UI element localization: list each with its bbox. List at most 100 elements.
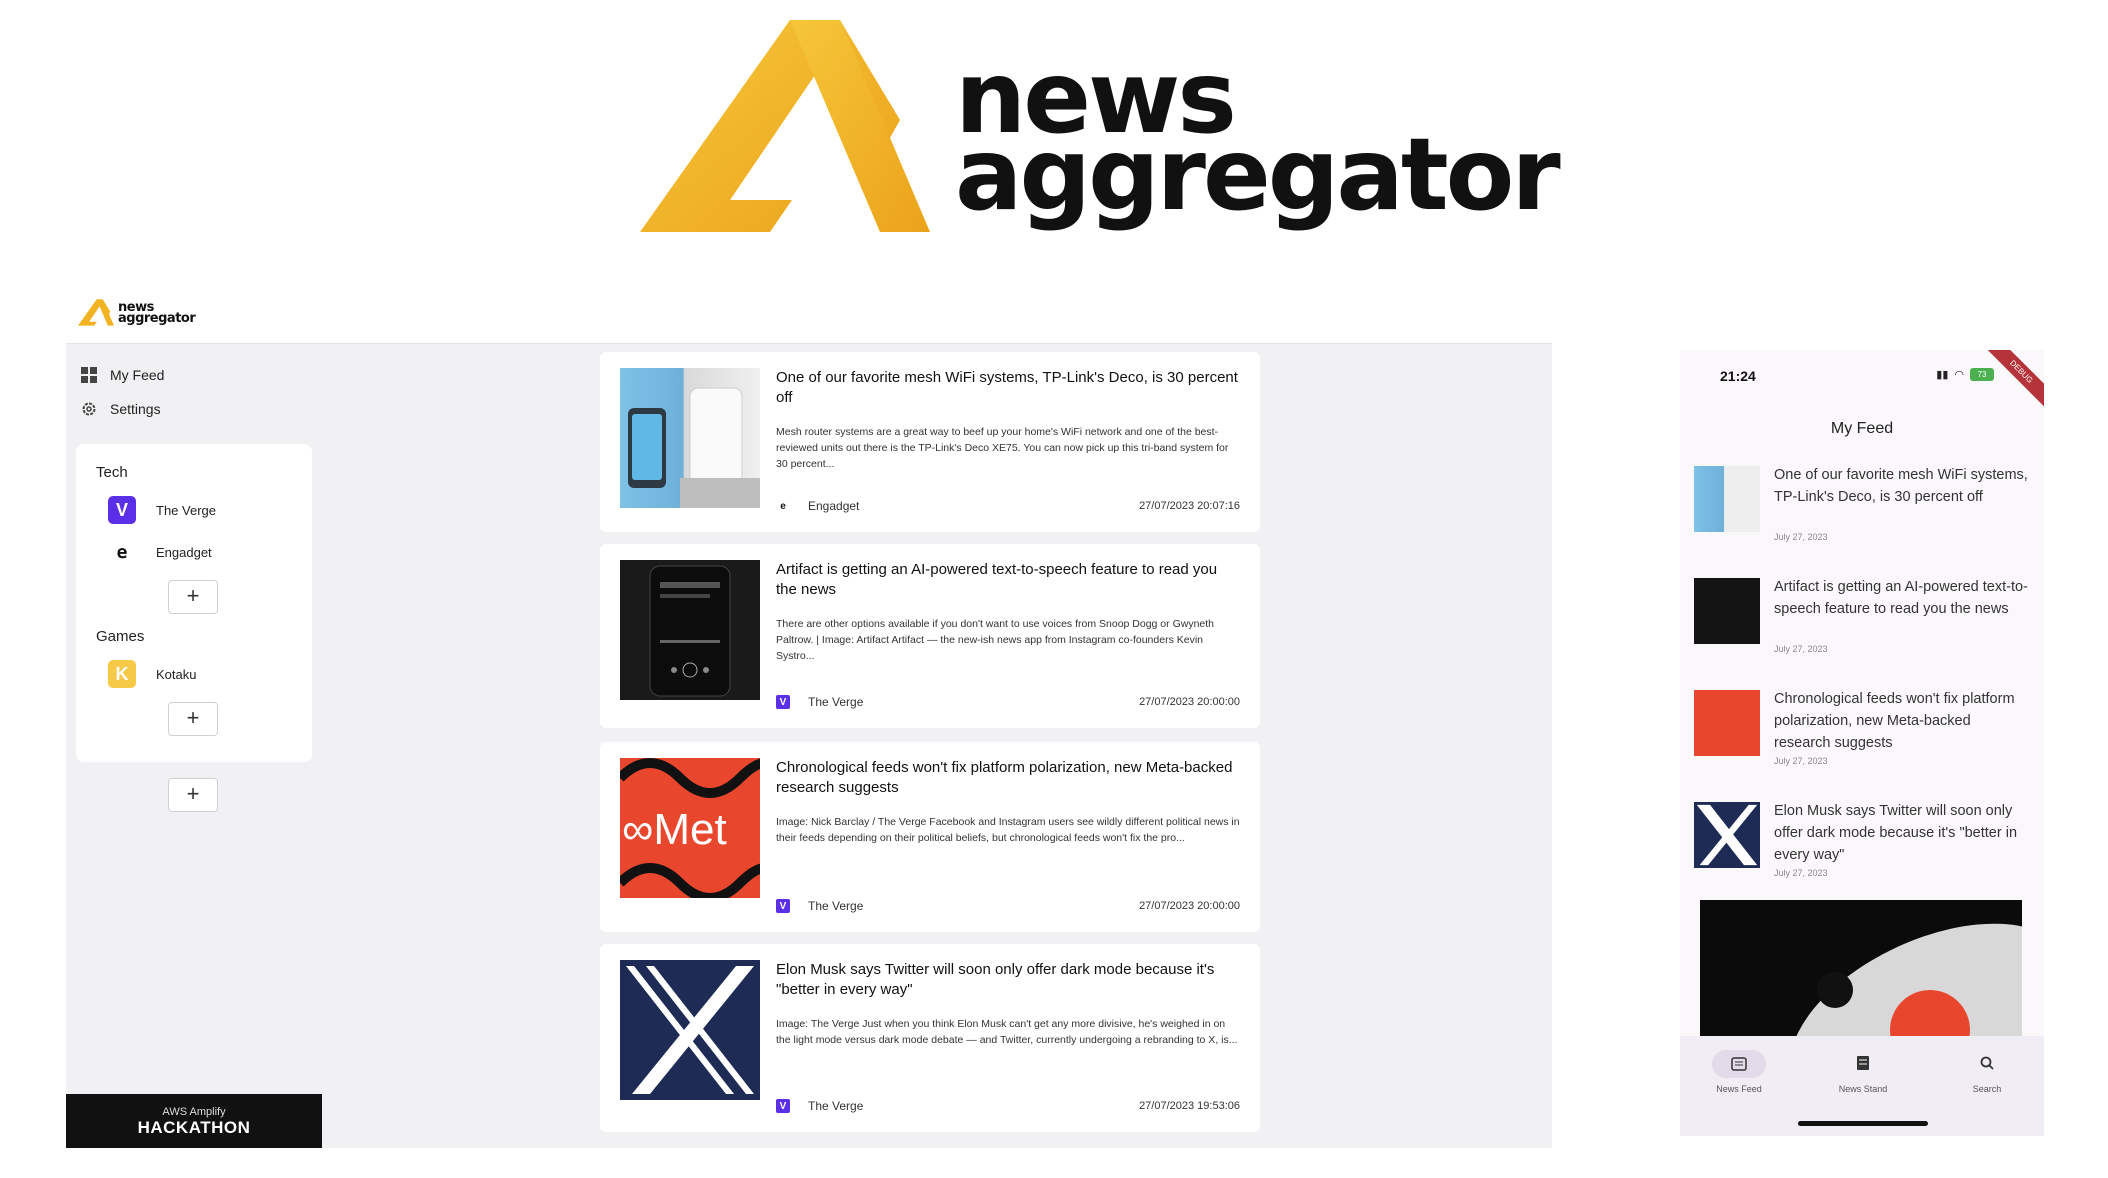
article-date: 27/07/2023 20:00:00 bbox=[1139, 696, 1240, 708]
kotaku-icon: K bbox=[108, 660, 136, 688]
engadget-icon: e bbox=[780, 500, 786, 512]
sidebar-nav: My Feed Settings bbox=[80, 358, 280, 426]
search-icon bbox=[1980, 1056, 1994, 1072]
hero-word-aggregator: aggregator bbox=[955, 116, 1561, 233]
mobile-app: 21:24 ▮▮ ◠ 73 DEBUG My Feed One of our f… bbox=[1680, 350, 2044, 1136]
article-title: Elon Musk says Twitter will soon only of… bbox=[1774, 803, 2018, 863]
feeds-panel: Tech V The Verge e Engadget + Games K Ko… bbox=[76, 444, 312, 762]
feed-item-label: The Verge bbox=[156, 502, 216, 518]
category-label-tech: Tech bbox=[96, 464, 128, 481]
article-thumbnail: ∞Met bbox=[620, 758, 760, 898]
article-card[interactable]: ∞Met Chronological feeds won't fix platf… bbox=[600, 742, 1260, 932]
article-description: Image: The Verge Just when you think Elo… bbox=[776, 1018, 1238, 1046]
article-date: July 27, 2023 bbox=[1774, 756, 1828, 766]
signal-icon: ▮▮ bbox=[1936, 369, 1949, 381]
logo-text-aggregator: aggregator bbox=[118, 311, 196, 326]
article-meta: V The Verge 27/07/2023 20:00:00 bbox=[776, 692, 1240, 712]
article-title: One of our favorite mesh WiFi systems, T… bbox=[1774, 467, 2028, 505]
article-source: The Verge bbox=[808, 899, 864, 913]
logo-mark-icon bbox=[640, 20, 930, 232]
article-date: 27/07/2023 20:07:16 bbox=[1139, 500, 1240, 512]
hackathon-line2: HACKATHON bbox=[137, 1118, 251, 1137]
article-thumbnail bbox=[1694, 578, 1760, 644]
article-thumbnail bbox=[1694, 690, 1760, 756]
tab-label: News Stand bbox=[1838, 1084, 1888, 1094]
article-thumbnail bbox=[1694, 802, 1760, 868]
article-date: July 27, 2023 bbox=[1774, 644, 1828, 654]
list-item[interactable]: Chronological feeds won't fix platform p… bbox=[1694, 688, 2030, 778]
svg-text:∞Met: ∞Met bbox=[622, 805, 727, 854]
article-title: Artifact is getting an AI-powered text-t… bbox=[776, 561, 1218, 598]
tab-label: Search bbox=[1972, 1084, 2002, 1094]
status-time: 21:24 bbox=[1720, 368, 1756, 384]
gear-icon bbox=[80, 400, 98, 418]
engadget-icon: e bbox=[108, 538, 136, 566]
article-title: One of our favorite mesh WiFi systems, T… bbox=[776, 369, 1238, 406]
grid-icon bbox=[80, 366, 98, 384]
article-description: Image: Nick Barclay / The Verge Facebook… bbox=[776, 816, 1240, 844]
article-card[interactable]: Elon Musk says Twitter will soon only of… bbox=[600, 944, 1260, 1132]
tab-label: News Feed bbox=[1716, 1084, 1762, 1094]
app-logo[interactable]: news aggregator bbox=[78, 296, 196, 330]
feed-item-engadget[interactable]: e Engadget bbox=[108, 536, 212, 568]
article-date: 27/07/2023 20:00:00 bbox=[1139, 900, 1240, 912]
article-thumbnail bbox=[1694, 466, 1760, 532]
logo-mark-icon bbox=[78, 299, 114, 326]
add-feed-button[interactable]: + bbox=[168, 580, 218, 614]
hackathon-line1: AWS Amplify bbox=[162, 1106, 226, 1118]
tab-search[interactable]: Search bbox=[1942, 1050, 2032, 1094]
feed-item-the-verge[interactable]: V The Verge bbox=[108, 494, 216, 526]
nav-item-label: Settings bbox=[110, 401, 161, 417]
category-label-games: Games bbox=[96, 628, 145, 645]
verge-icon: V bbox=[108, 496, 136, 524]
article-description: Mesh router systems are a great way to b… bbox=[776, 426, 1229, 470]
article-title: Chronological feeds won't fix platform p… bbox=[776, 759, 1233, 796]
list-item[interactable]: Artifact is getting an AI-powered text-t… bbox=[1694, 576, 2030, 666]
home-indicator[interactable] bbox=[1798, 1121, 1928, 1126]
add-category-button[interactable]: + bbox=[168, 778, 218, 812]
article-card[interactable]: Artifact is getting an AI-powered text-t… bbox=[600, 544, 1260, 728]
article-title: Artifact is getting an AI-powered text-t… bbox=[1774, 579, 2028, 617]
app-header: news aggregator bbox=[66, 282, 1552, 344]
feed-item-label: Engadget bbox=[156, 544, 212, 560]
nav-item-my-feed[interactable]: My Feed bbox=[80, 358, 280, 392]
list-item[interactable]: One of our favorite mesh WiFi systems, T… bbox=[1694, 464, 2030, 554]
article-card[interactable]: One of our favorite mesh WiFi systems, T… bbox=[600, 352, 1260, 532]
stand-icon bbox=[1856, 1055, 1870, 1073]
aws-hackathon-badge: AWS Amplify HACKATHON bbox=[66, 1094, 322, 1148]
list-item[interactable]: Elon Musk says Twitter will soon only of… bbox=[1694, 800, 2030, 890]
feed-item-label: Kotaku bbox=[156, 666, 197, 682]
article-date: 27/07/2023 19:53:06 bbox=[1139, 1100, 1240, 1112]
article-source: The Verge bbox=[808, 695, 864, 709]
page-title: My Feed bbox=[1830, 420, 1894, 437]
article-image-preview bbox=[1700, 900, 2022, 1050]
verge-icon: V bbox=[776, 899, 790, 913]
article-title: Elon Musk says Twitter will soon only of… bbox=[776, 961, 1215, 998]
article-source: The Verge bbox=[808, 1099, 864, 1113]
newspaper-icon bbox=[1712, 1050, 1766, 1078]
verge-icon: V bbox=[776, 1099, 790, 1113]
article-title: Chronological feeds won't fix platform p… bbox=[1774, 691, 2015, 751]
article-date: July 27, 2023 bbox=[1774, 868, 1828, 878]
article-date: July 27, 2023 bbox=[1774, 532, 1828, 542]
article-source: Engadget bbox=[808, 499, 860, 513]
article-thumbnail bbox=[620, 560, 760, 700]
add-feed-button[interactable]: + bbox=[168, 702, 218, 736]
article-thumbnail bbox=[620, 368, 760, 508]
article-meta: e Engadget 27/07/2023 20:07:16 bbox=[776, 496, 1240, 516]
article-meta: V The Verge 27/07/2023 20:00:00 bbox=[776, 896, 1240, 916]
tab-news-feed[interactable]: News Feed bbox=[1694, 1050, 1784, 1094]
nav-item-settings[interactable]: Settings bbox=[80, 392, 280, 426]
hero-logo: news aggregator bbox=[640, 20, 1561, 250]
article-thumbnail bbox=[620, 960, 760, 1100]
nav-item-label: My Feed bbox=[110, 367, 165, 383]
wifi-icon: ◠ bbox=[1954, 369, 1964, 381]
verge-icon: V bbox=[776, 695, 790, 709]
feed-item-kotaku[interactable]: K Kotaku bbox=[108, 658, 196, 690]
article-description: There are other options available if you… bbox=[776, 618, 1215, 662]
tab-news-stand[interactable]: News Stand bbox=[1818, 1050, 1908, 1094]
article-meta: V The Verge 27/07/2023 19:53:06 bbox=[776, 1096, 1240, 1116]
bottom-navigation: News Feed News Stand Search bbox=[1680, 1036, 2044, 1136]
status-icons: ▮▮ ◠ 73 bbox=[1936, 368, 1994, 381]
battery-icon: 73 bbox=[1970, 368, 1994, 381]
